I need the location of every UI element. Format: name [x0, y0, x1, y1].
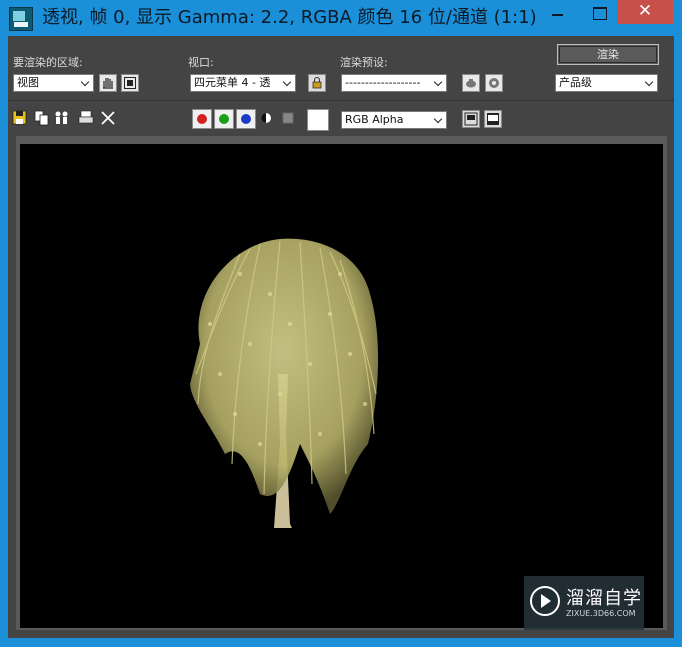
clear-icon[interactable]	[100, 110, 116, 126]
minimize-button[interactable]	[538, 0, 578, 24]
chevron-down-icon	[281, 75, 295, 91]
render-button-label: 渲染	[597, 48, 619, 61]
clone-window-icon[interactable]	[54, 110, 70, 126]
toggle-ui-button[interactable]	[484, 110, 502, 128]
lock-icon	[312, 77, 322, 89]
display-channel-select[interactable]: RGB Alpha	[341, 111, 447, 129]
blue-circle-icon	[241, 114, 251, 124]
area-to-render-select[interactable]: 视图	[13, 74, 94, 92]
quality-value: 产品级	[559, 76, 592, 89]
chevron-down-icon	[432, 75, 446, 91]
edit-region-button[interactable]	[99, 74, 117, 92]
copy-icon[interactable]	[34, 110, 50, 126]
region-icon	[124, 77, 136, 89]
window-icon	[487, 113, 499, 125]
gear-icon	[489, 78, 499, 88]
render-frame-client: 要渲染的区域: 视口: 渲染预设: 渲染 视图 四元菜单 4 - 透 -----…	[8, 36, 674, 638]
close-button[interactable]: ✕	[617, 0, 673, 24]
print-icon[interactable]	[78, 110, 94, 126]
area-to-render-label: 要渲染的区域:	[13, 56, 83, 69]
color-swatch[interactable]	[307, 109, 329, 131]
toggle-ui-overlay-button[interactable]	[462, 110, 480, 128]
rendered-willow-tree	[20, 144, 663, 628]
teapot-icon	[466, 79, 476, 88]
alpha-channel-icon[interactable]	[260, 112, 276, 128]
render-viewport[interactable]	[20, 144, 663, 628]
render-preset-value: -------------------	[345, 76, 421, 89]
watermark-brand: 溜溜自学	[566, 588, 642, 609]
viewport-value: 四元菜单 4 - 透	[194, 76, 271, 89]
app-icon	[9, 7, 33, 31]
quality-select[interactable]: 产品级	[555, 74, 658, 92]
render-setup-button[interactable]	[462, 74, 480, 92]
blue-channel-button[interactable]	[236, 109, 256, 129]
overlay-icon	[464, 112, 478, 126]
lock-viewport-button[interactable]	[308, 74, 326, 92]
maximize-icon	[593, 7, 607, 20]
minimize-icon	[552, 14, 563, 16]
viewport-select[interactable]: 四元菜单 4 - 透	[190, 74, 296, 92]
environment-button[interactable]	[485, 74, 503, 92]
title-bar[interactable]: 透视, 帧 0, 显示 Gamma: 2.2, RGBA 颜色 16 位/通道 …	[0, 0, 682, 36]
maximize-button[interactable]	[582, 0, 616, 24]
red-circle-icon	[197, 114, 207, 124]
watermark-url: ZIXUE.3D66.COM	[566, 609, 636, 618]
monochrome-icon[interactable]	[282, 112, 298, 128]
render-frame-window: 透视, 帧 0, 显示 Gamma: 2.2, RGBA 颜色 16 位/通道 …	[0, 0, 682, 647]
save-icon[interactable]	[12, 110, 28, 126]
chevron-down-icon	[432, 112, 446, 128]
auto-region-button[interactable]	[121, 74, 139, 92]
display-channel-value: RGB Alpha	[345, 113, 404, 126]
watermark: 溜溜自学 ZIXUE.3D66.COM	[524, 576, 644, 630]
play-logo-icon	[530, 586, 560, 616]
toolbar-divider	[8, 100, 674, 101]
close-icon: ✕	[637, 1, 653, 21]
green-channel-button[interactable]	[214, 109, 234, 129]
chevron-down-icon	[79, 75, 93, 91]
area-to-render-value: 视图	[17, 76, 39, 89]
render-preset-label: 渲染预设:	[340, 56, 388, 69]
red-channel-button[interactable]	[192, 109, 212, 129]
viewport-label: 视口:	[188, 56, 214, 69]
chevron-down-icon	[643, 75, 657, 91]
green-circle-icon	[219, 114, 229, 124]
window-title: 透视, 帧 0, 显示 Gamma: 2.2, RGBA 颜色 16 位/通道 …	[42, 7, 537, 28]
render-button[interactable]: 渲染	[557, 44, 659, 65]
render-preset-select[interactable]: -------------------	[341, 74, 447, 92]
hand-icon	[103, 78, 113, 89]
